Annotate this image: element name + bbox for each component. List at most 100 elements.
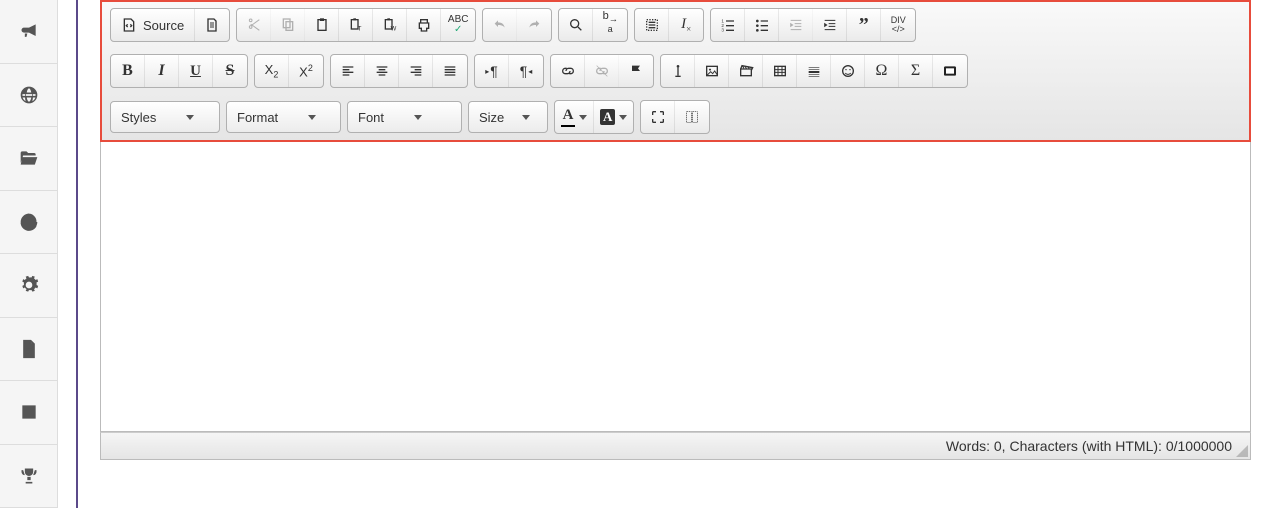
link-icon [560,63,576,79]
group-direction: ▸¶ ¶◂ [474,54,544,88]
print-button[interactable] [407,9,441,41]
group-find: b→a [558,8,628,42]
ol-icon: 123 [720,17,736,33]
image-button[interactable] [695,55,729,87]
group-source: Source [110,8,230,42]
caret-icon [414,115,422,120]
sidebar-calendar[interactable] [0,381,57,445]
source-button[interactable]: Source [111,9,195,41]
templates-button[interactable] [661,55,695,87]
resize-grip[interactable] [1236,445,1248,457]
sidebar-chart[interactable] [0,191,57,255]
find-button[interactable] [559,9,593,41]
ul-icon [754,17,770,33]
format-label: Format [237,110,278,125]
caret-icon [522,115,530,120]
group-lists: 123 ” DIV</> [710,8,916,42]
sidebar-globe[interactable] [0,64,57,128]
sidebar-settings[interactable] [0,254,57,318]
special-char-button[interactable]: Ω [865,55,899,87]
copy-button[interactable] [271,9,305,41]
div-container-button[interactable]: DIV</> [881,9,915,41]
show-blocks-button[interactable] [675,101,709,133]
group-align [330,54,468,88]
caret-icon [186,115,194,120]
smiley-icon [840,63,856,79]
clapperboard-icon [738,63,754,79]
search-icon [568,17,584,33]
align-center-button[interactable] [365,55,399,87]
paste-word-button[interactable]: W [373,9,407,41]
sidebar-folder[interactable] [0,127,57,191]
math-button[interactable]: Σ [899,55,933,87]
outdent-button[interactable] [779,9,813,41]
outdent-icon [788,17,804,33]
indent-button[interactable] [813,9,847,41]
ltr-button[interactable]: ▸¶ [475,55,509,87]
group-basic-format: B I U S [110,54,248,88]
sidebar [0,0,58,508]
caret-icon [308,115,316,120]
format-combo[interactable]: Format [226,101,341,133]
rtl-button[interactable]: ¶◂ [509,55,543,87]
table-icon [772,63,788,79]
align-center-icon [374,63,390,79]
unlink-icon [594,63,610,79]
flash-button[interactable] [729,55,763,87]
superscript-button[interactable]: X2 [289,55,323,87]
anchor-button[interactable] [619,55,653,87]
paste-text-button[interactable]: T [339,9,373,41]
align-right-icon [408,63,424,79]
svg-text:T: T [357,25,361,32]
font-combo[interactable]: Font [347,101,462,133]
hr-icon [806,63,822,79]
hr-button[interactable] [797,55,831,87]
cut-button[interactable] [237,9,271,41]
replace-button[interactable]: b→a [593,9,627,41]
iframe-button[interactable] [933,55,967,87]
editor-toolbar: Source T W ABC✓ b→a [100,0,1251,142]
spellcheck-button[interactable]: ABC✓ [441,9,475,41]
table-button[interactable] [763,55,797,87]
align-right-button[interactable] [399,55,433,87]
image-icon [704,63,720,79]
blockquote-button[interactable]: ” [847,9,881,41]
undo-icon [492,17,508,33]
paste-button[interactable] [305,9,339,41]
subscript-button[interactable]: X2 [255,55,289,87]
text-color-button[interactable]: A [555,101,594,133]
italic-button[interactable]: I [145,55,179,87]
smiley-button[interactable] [831,55,865,87]
globe-icon [19,85,39,105]
size-combo[interactable]: Size [468,101,548,133]
select-all-button[interactable] [635,9,669,41]
sidebar-document[interactable] [0,318,57,382]
undo-button[interactable] [483,9,517,41]
group-tools [640,100,710,134]
numbered-list-button[interactable]: 123 [711,9,745,41]
align-left-button[interactable] [331,55,365,87]
sidebar-trophy[interactable] [0,445,57,508]
new-page-button[interactable] [195,9,229,41]
unlink-button[interactable] [585,55,619,87]
bg-color-button[interactable]: A [594,101,633,133]
bullet-list-button[interactable] [745,9,779,41]
strike-button[interactable]: S [213,55,247,87]
group-clipboard: T W ABC✓ [236,8,476,42]
styles-combo[interactable]: Styles [110,101,220,133]
iframe-icon [942,63,958,79]
sidebar-announcements[interactable] [0,0,57,64]
maximize-button[interactable] [641,101,675,133]
size-label: Size [479,110,504,125]
redo-button[interactable] [517,9,551,41]
underline-button[interactable]: U [179,55,213,87]
group-undo [482,8,552,42]
editor: Source T W ABC✓ b→a [100,0,1251,460]
status-text: Words: 0, Characters (with HTML): 0/1000… [946,438,1232,454]
bold-button[interactable]: B [111,55,145,87]
remove-format-button[interactable]: I× [669,9,703,41]
justify-button[interactable] [433,55,467,87]
link-button[interactable] [551,55,585,87]
paste-word-icon: W [382,17,398,33]
editor-content[interactable] [100,142,1251,432]
